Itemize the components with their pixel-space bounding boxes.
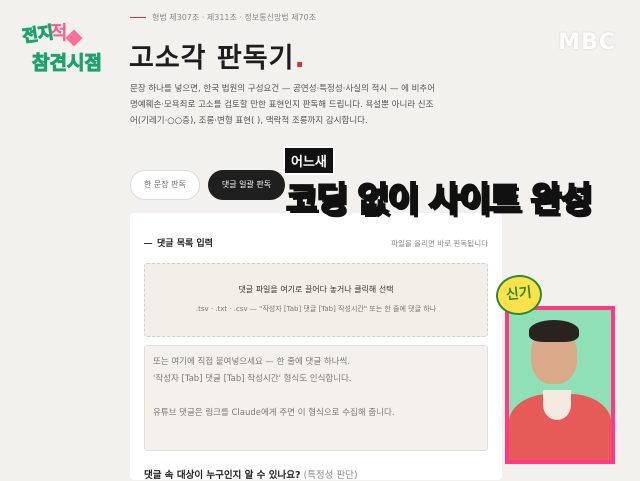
textarea-placeholder-line: 또는 여기에 직접 붙여넣으세요 — 한 줄에 댓글 하나씩.: [153, 357, 351, 367]
law-references-text: 형법 제307조 · 제311조 · 정보통신망법 제70조: [152, 13, 317, 22]
question-note: (특정성 판단): [300, 470, 358, 481]
page-description: 문장 하나를 넣으면, 한국 법원의 구성요건 — 공연성·특정성·사실의 적시…: [130, 81, 436, 129]
textarea-placeholder-line: '작성자 [Tab] 댓글 [Tab] 작성시간' 형식도 인식합니다.: [153, 374, 352, 384]
description-line: 명예훼손·모욕죄로 고소를 검토할 만한 표현인지 판독해 드립니다. 욕설뿐 …: [130, 100, 434, 110]
tab-batch-comments[interactable]: 댓글 일괄 판독: [207, 170, 286, 200]
caption-big-white: 코딩 없이: [285, 179, 429, 221]
drop-zone-title: 댓글 파일을 여기로 끌어다 놓거나 클릭해 선택: [238, 285, 394, 294]
page-title: 고소각 판독기.: [129, 36, 306, 75]
question-text: 댓글 속 대상이 누구인지 알 수 있나요?: [144, 470, 301, 481]
card-heading-text: 댓글 목록 입력: [157, 239, 213, 249]
heart-icon: [65, 29, 83, 47]
caption-big: 코딩 없이 사이트 완성: [285, 172, 593, 221]
card-heading: 댓글 목록 입력: [144, 236, 213, 249]
tab-single-sentence[interactable]: 한 문장 판독: [130, 170, 200, 200]
description-line: 문장 하나를 넣으면, 한국 법원의 구성요건 — 공연성·특정성·사실의 적시…: [130, 84, 436, 94]
drop-zone-formats: .tsv · .txt · .csv — "작성자 [Tab] 댓글 [Tab]…: [195, 305, 437, 313]
channel-logo: MBC: [558, 30, 616, 55]
description-line: 어(기레기·○○충), 조롱·변형 표현( ), 맥락적 조롱까지 감시합니다.: [130, 116, 368, 126]
file-drop-zone[interactable]: 댓글 파일을 여기로 끌어다 놓거나 클릭해 선택 .tsv · .txt · …: [144, 263, 488, 337]
textarea-placeholder-line: 유튜브 댓글은 링크를 Claude에게 주면 이 형식으로 수집해 줍니다.: [153, 408, 395, 418]
card-hint: 파일을 올리면 바로 판독됩니다: [391, 239, 488, 248]
web-page: 형법 제307조 · 제311조 · 정보통신망법 제70조 고소각 판독기. …: [112, 0, 512, 481]
mode-tabs: 한 문장 판독 댓글 일괄 판독: [130, 170, 286, 200]
comment-input-card: 댓글 목록 입력 파일을 올리면 바로 판독됩니다 댓글 파일을 여기로 끌어다…: [130, 213, 502, 481]
caption-small: 어느새: [283, 146, 335, 175]
reaction-cam: [505, 306, 615, 464]
specificity-question: 댓글 속 대상이 누구인지 알 수 있나요? (특정성 판단): [144, 467, 358, 481]
show-logo-text-3: 참견시점: [32, 52, 103, 75]
textarea-blank-line: [153, 388, 479, 405]
show-logo-text-2: 적: [50, 22, 68, 44]
person-undershirt: [543, 390, 571, 420]
show-logo: 전지 적 참견시점: [21, 18, 103, 84]
accent-dash: [130, 16, 146, 19]
page-title-text: 고소각 판독기: [129, 43, 295, 74]
comments-textarea[interactable]: 또는 여기에 직접 붙여넣으세요 — 한 줄에 댓글 하나씩. '작성자 [Ta…: [144, 345, 488, 451]
law-references: 형법 제307조 · 제311조 · 정보통신망법 제70조: [130, 12, 316, 23]
title-dot: .: [294, 43, 306, 74]
person-hair: [529, 320, 579, 342]
caption-big-yellow: 사이트 완성: [428, 179, 593, 221]
heading-dash: [144, 242, 152, 245]
